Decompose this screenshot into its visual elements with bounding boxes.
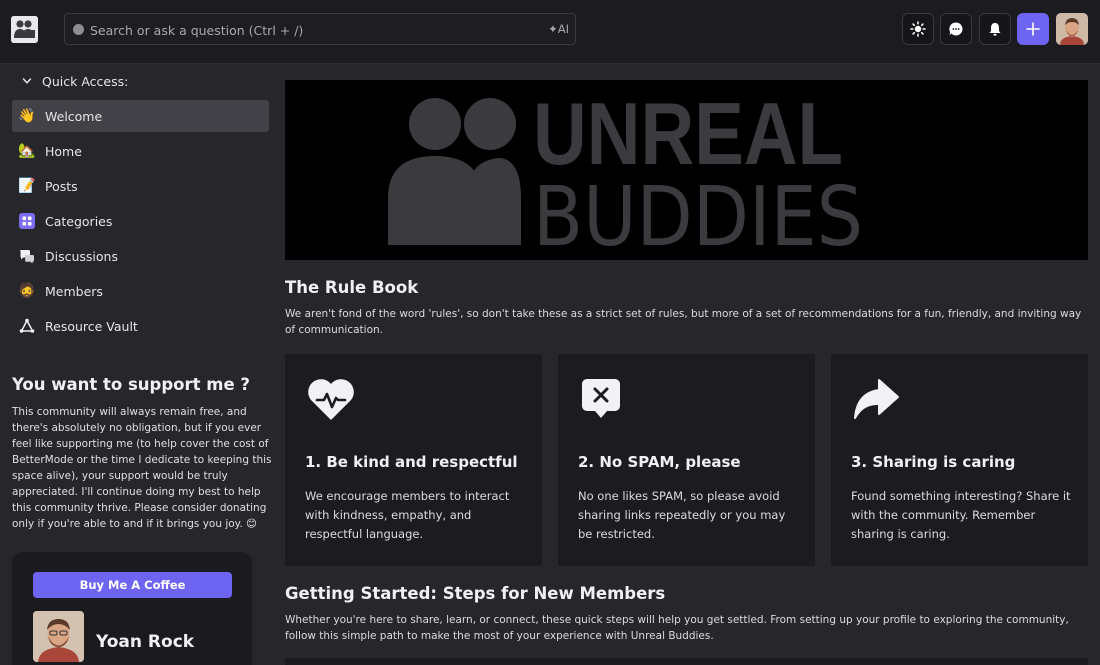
rule-card-sharing: 3. Sharing is caring Found something int… (831, 354, 1088, 566)
support-description: This community will always remain free, … (12, 406, 272, 530)
bell-icon (989, 23, 1001, 36)
banner-title-line1: UNREAL (533, 84, 843, 183)
quick-access-label: Quick Access: (42, 73, 129, 89)
chevron-down-icon (22, 78, 32, 84)
rule-text: Found something interesting? Share it wi… (851, 489, 1071, 541)
sidebar-item-label: Welcome (45, 108, 103, 124)
search-input[interactable] (90, 20, 530, 40)
search-icon (73, 24, 84, 35)
sidebar-item-resource-vault[interactable]: Resource Vault (12, 310, 269, 342)
profile-photo (1056, 13, 1088, 45)
sidebar-item-label: Posts (45, 178, 78, 194)
sidebar-item-label: Discussions (45, 248, 118, 264)
waving-hand-icon: 👋 (18, 108, 36, 124)
sidebar-item-label: Home (45, 143, 82, 159)
community-logo[interactable] (11, 16, 38, 43)
messages-button[interactable] (940, 13, 972, 45)
heart-pulse-icon (305, 376, 357, 424)
getting-started-heading: Getting Started: Steps for New Members (285, 584, 666, 603)
sidebar-item-posts[interactable]: 📝 Posts (12, 170, 269, 202)
ai-button[interactable]: ✦AI (548, 22, 569, 36)
chat-bubbles-icon (18, 247, 36, 265)
logo-icon (11, 16, 38, 43)
house-icon: 🏡 (18, 143, 36, 159)
chat-icon (949, 22, 963, 36)
community-banner: UNREAL BUDDIES (285, 80, 1088, 265)
rule-text: We encourage members to interact with ki… (305, 489, 510, 541)
banner-title-line2: BUDDIES (533, 170, 863, 260)
plus-icon (1026, 22, 1040, 36)
creator-photo (33, 611, 84, 662)
rule-card-no-spam: 2. No SPAM, please No one likes SPAM, so… (558, 354, 815, 566)
rule-title: 3. Sharing is caring (851, 453, 1016, 471)
bearded-person-icon: 🧔 (18, 283, 36, 299)
top-bar: ✦AI (0, 0, 1100, 64)
grid-icon (18, 212, 36, 230)
create-button[interactable] (1017, 13, 1049, 45)
sidebar-item-categories[interactable]: Categories (12, 205, 269, 237)
rule-book-intro: We aren't fond of the word 'rules', so d… (285, 308, 1082, 336)
theme-toggle-button[interactable] (902, 13, 934, 45)
creator-name: Yoan Rock (96, 632, 195, 652)
sun-icon (910, 21, 926, 37)
sidebar-item-label: Resource Vault (45, 318, 138, 334)
rule-book-heading: The Rule Book (285, 278, 419, 297)
rule-card-kindness: 1. Be kind and respectful We encourage m… (285, 354, 542, 566)
sidebar-item-label: Categories (45, 213, 113, 229)
next-section-card (285, 658, 1088, 665)
share-arrow-icon (851, 376, 903, 424)
rule-text: No one likes SPAM, so please avoid shari… (578, 489, 786, 541)
support-card: Buy Me A Coffee Yoan Rock (12, 552, 252, 665)
support-heading: You want to support me ? (12, 375, 250, 394)
unreal-buddies-logo: UNREAL BUDDIES (388, 84, 863, 265)
triangle-nodes-icon (18, 317, 36, 335)
rule-title: 1. Be kind and respectful (305, 453, 518, 471)
sidebar-item-discussions[interactable]: Discussions (12, 240, 269, 272)
creator-avatar[interactable] (33, 611, 84, 662)
rule-title: 2. No SPAM, please (578, 453, 741, 471)
search-bar[interactable]: ✦AI (64, 13, 576, 45)
sidebar-item-members[interactable]: 🧔 Members (12, 275, 269, 307)
quick-access-toggle[interactable]: Quick Access: (22, 73, 128, 89)
buy-me-a-coffee-button[interactable]: Buy Me A Coffee (33, 572, 232, 598)
sidebar-item-label: Members (45, 283, 103, 299)
getting-started-intro: Whether you're here to share, learn, or … (285, 614, 1069, 642)
user-avatar[interactable] (1056, 13, 1088, 45)
sidebar-item-home[interactable]: 🏡 Home (12, 135, 269, 167)
sidebar-item-welcome[interactable]: 👋 Welcome (12, 100, 269, 132)
sidebar: Quick Access: 👋 Welcome 🏡 Home 📝 Posts C… (0, 64, 283, 665)
memo-icon: 📝 (18, 178, 36, 194)
notifications-button[interactable] (979, 13, 1011, 45)
no-spam-icon (578, 376, 630, 424)
